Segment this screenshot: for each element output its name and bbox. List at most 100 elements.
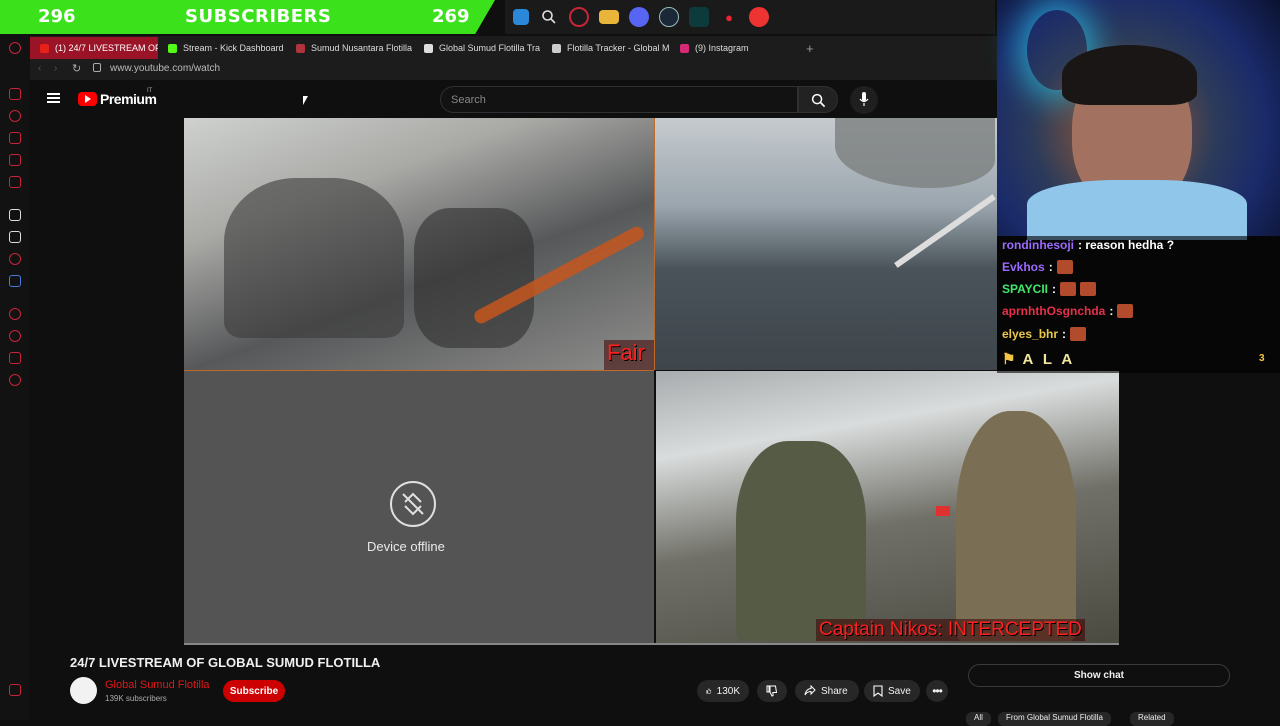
like-button[interactable]: 130K [697, 680, 749, 702]
subscriber-count: 139K subscribers [105, 694, 167, 703]
tab-favicon-icon [168, 43, 177, 53]
more-actions-button[interactable]: ••• [926, 680, 948, 702]
sidebar-home-icon[interactable] [9, 88, 21, 100]
sidebar-clock-icon[interactable] [9, 330, 21, 342]
chat-badge-row: ⚑ A L A [1002, 350, 1076, 369]
share-icon [804, 685, 816, 696]
sidebar-history-icon[interactable] [9, 110, 21, 122]
sidebar-ai-icon[interactable] [9, 209, 21, 221]
device-offline-icon [390, 481, 436, 527]
streamer-webcam [997, 0, 1280, 240]
more-icon: ••• [932, 684, 943, 698]
tab-label: Sumud Nusantara Flotilla [311, 43, 413, 53]
menu-icon[interactable] [47, 93, 60, 103]
search-placeholder: Search [451, 94, 486, 106]
show-chat-button[interactable]: Show chat [968, 664, 1230, 687]
chat-message: SPAYCII: [1002, 282, 1097, 296]
search-input[interactable]: Search [440, 86, 798, 113]
map-pin-icon[interactable]: ● [719, 7, 739, 27]
tab-favicon-icon [40, 43, 49, 53]
mouse-cursor-icon [303, 96, 308, 105]
thumbs-down-icon [766, 685, 778, 697]
chat-text: : [1109, 304, 1114, 318]
emote-icon [1080, 282, 1097, 296]
sidebar-news-icon[interactable] [9, 176, 21, 188]
browser-tab[interactable]: Global Sumud Flotilla Tra [414, 37, 542, 59]
browser-tab[interactable]: Sumud Nusantara Flotilla [286, 37, 414, 59]
tab-label: Global Sumud Flotilla Tra [439, 43, 541, 53]
taskbar: ● [505, 0, 995, 34]
chat-text: : [1052, 282, 1057, 296]
microphone-icon [859, 92, 869, 106]
search-icon [811, 93, 826, 108]
chat-username: SPAYCII [1002, 282, 1049, 296]
opera-icon[interactable] [569, 7, 589, 27]
share-label: Share [821, 685, 848, 697]
sidebar-settings-icon[interactable] [9, 374, 21, 386]
emote-icon [1056, 260, 1073, 274]
sidebar-more-icon[interactable] [9, 684, 21, 696]
sub-count-left: 296 [38, 6, 76, 27]
browser-tab[interactable]: (1) 24/7 LIVESTREAM OF [30, 37, 158, 59]
channel-name[interactable]: Global Sumud Flotilla [105, 679, 210, 691]
app-icon[interactable] [689, 7, 709, 27]
emote-icon [1117, 304, 1134, 318]
mic-button[interactable] [850, 86, 878, 114]
emote-icon [1070, 327, 1087, 341]
video-pane-fair-lady[interactable]: Fair Lady [184, 118, 654, 370]
forward-icon[interactable]: › [54, 63, 57, 74]
windows-start-icon[interactable] [513, 9, 529, 25]
save-button[interactable]: Save [864, 680, 920, 702]
sidebar-player-icon[interactable] [9, 308, 21, 320]
chip-all[interactable]: All [966, 712, 991, 726]
new-tab-icon[interactable]: + [806, 41, 814, 56]
reload-icon[interactable]: ↻ [72, 62, 81, 75]
browser-tab[interactable]: Stream - Kick Dashboard [158, 37, 286, 59]
folder-icon[interactable] [599, 10, 619, 24]
chip-related[interactable]: Related [1130, 712, 1174, 726]
dislike-button[interactable] [757, 680, 787, 702]
emote-icon [1060, 282, 1077, 296]
chip-from-channel[interactable]: From Global Sumud Flotilla [998, 712, 1111, 726]
chat-username: elyes_bhr [1002, 327, 1059, 341]
chat-username: Evkhos [1002, 260, 1045, 274]
obs-icon[interactable] [749, 7, 769, 27]
sidebar-wallet-icon[interactable] [9, 154, 21, 166]
steam-icon[interactable] [659, 7, 679, 27]
sidebar-extension-icon[interactable] [9, 275, 21, 287]
thumbs-up-icon [706, 688, 712, 694]
opera-logo-icon[interactable] [9, 42, 21, 54]
browser-tab[interactable]: Flotilla Tracker - Global M [542, 37, 670, 59]
address-bar: ‹ › ↻ www.youtube.com/watch [30, 60, 997, 80]
video-pane-sea-view[interactable] [655, 118, 997, 370]
sidebar-youtube-icon[interactable] [9, 253, 21, 265]
save-label: Save [888, 685, 911, 697]
search-icon[interactable] [539, 7, 559, 27]
subscribe-button[interactable]: Subscribe [223, 680, 285, 702]
video-pane-offline[interactable]: Device offline [184, 371, 654, 643]
back-icon[interactable]: ‹ [38, 63, 41, 74]
search-button[interactable] [798, 86, 838, 113]
sidebar-bag-icon[interactable] [9, 132, 21, 144]
chat-text: : [1062, 327, 1067, 341]
tab-label: (1) 24/7 LIVESTREAM OF [55, 43, 158, 53]
boat-label-fair-lady: Fair Lady [604, 340, 654, 370]
sidebar-pin-icon[interactable] [9, 352, 21, 364]
chat-text: : reason hedha ? [1078, 238, 1175, 252]
tab-favicon-icon [424, 43, 433, 53]
browser-tab[interactable]: (9) Instagram [670, 37, 798, 59]
chat-overlay: rondinhesoji: reason hedha ? Evkhos: SPAYC… [997, 236, 1280, 373]
tab-bar: (1) 24/7 LIVESTREAM OF Stream - Kick Dash… [30, 36, 997, 60]
badge-name: A L A [1022, 350, 1076, 368]
sidebar-x-icon[interactable] [9, 231, 21, 243]
url-field[interactable]: www.youtube.com/watch [110, 63, 220, 74]
browser-sidebar [0, 34, 30, 720]
discord-icon[interactable] [629, 7, 649, 27]
device-offline-text: Device offline [367, 539, 445, 554]
chat-username: aprnhthOsgnchda [1002, 304, 1106, 318]
youtube-logo-icon[interactable] [78, 92, 97, 106]
chat-message: elyes_bhr: [1002, 327, 1087, 341]
share-button[interactable]: Share [795, 680, 859, 702]
video-pane-captain-nikos[interactable]: Captain Nikos: INTERCEPTED [656, 371, 1119, 643]
channel-avatar[interactable] [70, 677, 97, 704]
